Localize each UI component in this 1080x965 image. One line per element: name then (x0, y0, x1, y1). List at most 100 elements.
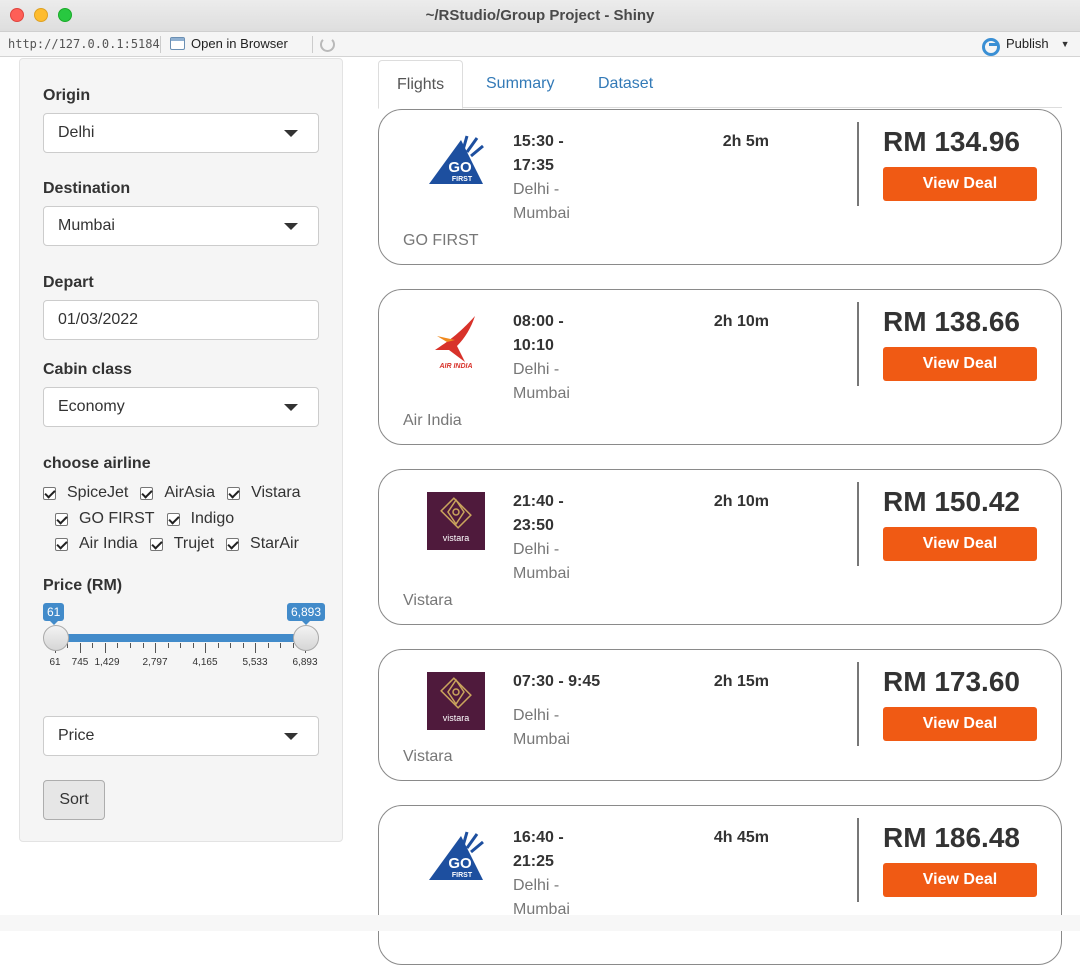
slider-tick (155, 643, 156, 653)
checkbox-label: GO FIRST (79, 510, 155, 527)
flight-duration: 2h 10m (713, 313, 769, 330)
logo-text: GO (448, 159, 472, 176)
arrive-time: 17:35 (513, 157, 554, 174)
flight-route: Delhi - Mumbai (513, 704, 633, 752)
airline-checkbox-vistara[interactable]: Vistara (227, 484, 301, 502)
airline-checkbox-starair[interactable]: StarAir (226, 535, 299, 553)
slider-max-handle[interactable] (293, 625, 319, 651)
route-origin: Delhi - (513, 877, 560, 894)
flight-times: 16:40 - 21:25 (513, 826, 633, 874)
airline-checkbox-row: Air India Trujet StarAir (55, 535, 311, 553)
view-deal-button[interactable]: View Deal (883, 347, 1037, 381)
flight-price: RM 138.66 (883, 306, 1020, 337)
airline-checkbox-air-india[interactable]: Air India (55, 535, 138, 553)
card-divider (857, 482, 859, 566)
slider-tick-label: 61 (49, 657, 61, 668)
sort-button[interactable]: Sort (43, 780, 105, 820)
depart-date-input[interactable]: 01/03/2022 (43, 300, 319, 340)
airline-checkbox-airasia[interactable]: AirAsia (140, 484, 215, 502)
slider-tick (92, 643, 93, 648)
tab-flights[interactable]: Flights (378, 60, 464, 109)
slider-tick (268, 643, 269, 648)
slider-tick-label: 745 (71, 657, 89, 668)
destination-select[interactable]: Mumbai (43, 206, 319, 246)
publish-label: Publish (1006, 36, 1049, 51)
airline-checkbox-go-first[interactable]: GO FIRST (55, 510, 155, 528)
route-destination: Mumbai (513, 205, 570, 222)
slider-tick-label: 2,797 (142, 657, 168, 668)
checkbox-label: Vistara (251, 484, 301, 501)
flight-duration: 2h 15m (713, 673, 769, 690)
arrive-time: 21:25 (513, 853, 554, 870)
checkbox-label: AirAsia (164, 484, 216, 501)
depart-time: 21:40 - (513, 493, 564, 510)
flight-card: GO FIRST 16:40 -21:25 Delhi - Mumbai 4h 4… (378, 805, 1062, 965)
slider-selected-range (55, 634, 306, 642)
destination-label: Destination (43, 180, 131, 197)
view-deal-button[interactable]: View Deal (883, 527, 1037, 561)
airline-checkbox-indigo[interactable]: Indigo (166, 510, 235, 528)
slider-tick (168, 643, 169, 648)
tab-summary[interactable]: Summary (468, 60, 572, 108)
airline-checkbox-row: GO FIRST Indigo (55, 510, 246, 528)
sort-by-select[interactable]: Price (43, 716, 319, 756)
view-deal-button[interactable]: View Deal (883, 863, 1037, 897)
slider-min-value: 61 (43, 603, 65, 625)
flight-times: 08:00 - 10:10 (513, 310, 633, 358)
checkbox-label: Indigo (190, 510, 235, 527)
publish-button[interactable]: Publish ▼ (982, 36, 1070, 56)
depart-label: Depart (43, 274, 94, 291)
flight-duration: 2h 10m (713, 493, 769, 510)
flight-route: Delhi - Mumbai (513, 178, 633, 226)
flight-price: RM 186.48 (883, 822, 1020, 853)
arrive-time: 23:50 (513, 517, 554, 534)
flight-card: vistara 07:30 - 9:45 Delhi - Mumbai 2h 15… (378, 649, 1062, 781)
flight-times: 15:30 - 17:35 (513, 130, 633, 178)
slider-tick (80, 643, 81, 653)
refresh-icon[interactable] (320, 37, 335, 52)
flight-duration: 2h 5m (722, 133, 769, 150)
depart-time: 07:30 - 9:45 (513, 673, 601, 690)
slider-tick (105, 643, 106, 653)
origin-select[interactable]: Delhi (43, 113, 319, 153)
price-range-slider[interactable]: 61 6,893 61 745 1,429 2,797 4,165 5,533 … (43, 599, 326, 679)
logo-text: vistara (443, 713, 470, 723)
caret-down-icon (284, 404, 298, 411)
caret-down-icon (284, 733, 298, 740)
slider-tick (218, 643, 219, 648)
slider-min-handle[interactable] (43, 625, 69, 651)
view-deal-button[interactable]: View Deal (883, 707, 1037, 741)
caret-down-icon (284, 130, 298, 137)
checkbox-label: Air India (79, 535, 138, 552)
card-divider (857, 818, 859, 902)
airline-checkbox-spicejet[interactable]: SpiceJet (43, 484, 128, 502)
route-destination: Mumbai (513, 731, 570, 748)
depart-time: 08:00 - (513, 313, 564, 330)
destination-value: Mumbai (58, 217, 115, 234)
checkbox-checked-icon (43, 486, 56, 500)
go-first-logo-icon: GO FIRST (429, 135, 484, 184)
route-origin: Delhi - (513, 361, 560, 378)
depart-time: 15:30 - (513, 133, 564, 150)
checkbox-checked-icon (149, 537, 163, 551)
tab-dataset[interactable]: Dataset (580, 60, 671, 108)
slider-ticks (55, 643, 306, 655)
airline-name: Vistara (403, 748, 453, 765)
cabin-class-select[interactable]: Economy (43, 387, 319, 427)
vistara-logo-icon: vistara (427, 672, 485, 730)
toolbar-separator (160, 36, 161, 53)
view-deal-button[interactable]: View Deal (883, 167, 1037, 201)
slider-tick (117, 643, 118, 648)
airline-name: Air India (403, 412, 462, 429)
open-in-browser-button[interactable]: Open in Browser (170, 36, 288, 51)
logo-text: FIRST (452, 176, 473, 183)
flight-card: GO FIRST 15:30 - 17:35 Delhi - Mumbai 2h 5… (378, 109, 1062, 265)
viewer-bottom-edge (0, 915, 1080, 931)
choose-airline-label: choose airline (43, 455, 151, 472)
card-divider (857, 662, 859, 746)
logo-text: GO (448, 855, 472, 872)
sort-by-value: Price (58, 727, 95, 744)
airline-checkbox-trujet[interactable]: Trujet (149, 535, 214, 553)
route-origin: Delhi - (513, 541, 560, 558)
cabin-class-value: Economy (58, 398, 125, 415)
